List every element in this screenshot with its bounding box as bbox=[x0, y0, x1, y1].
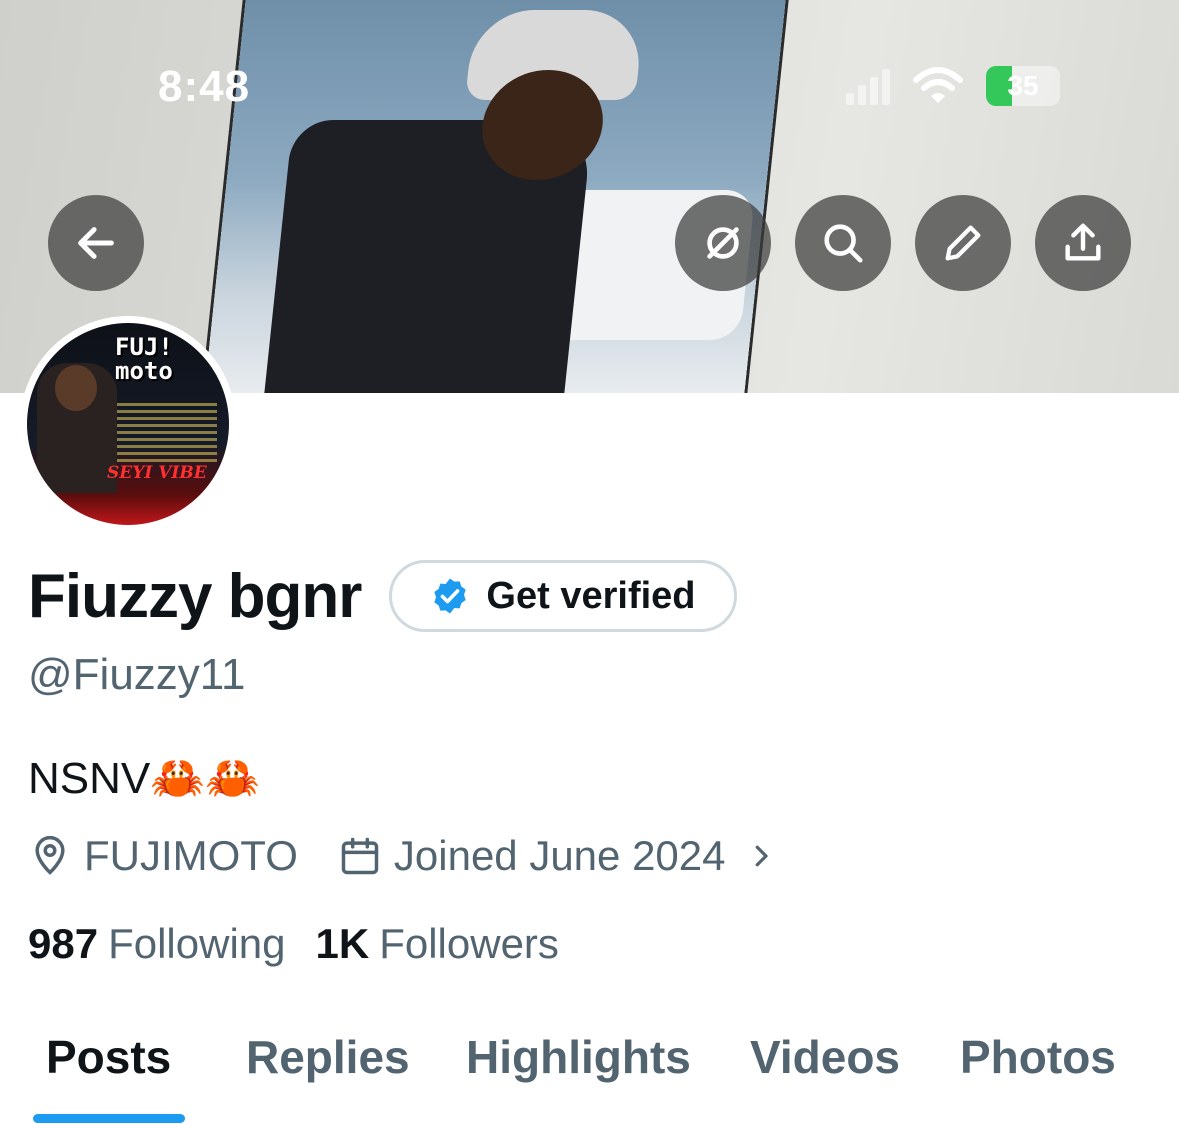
chevron-right-icon bbox=[755, 845, 768, 867]
wifi-icon bbox=[913, 67, 963, 103]
tab-replies[interactable]: Replies bbox=[246, 1030, 410, 1084]
location: FUJIMOTO bbox=[28, 832, 298, 880]
arrow-left-icon bbox=[78, 227, 114, 259]
followers-link[interactable]: 1K Followers bbox=[316, 920, 559, 968]
pencil-icon bbox=[945, 225, 981, 261]
profile-meta: FUJIMOTO Joined June 2024 bbox=[28, 832, 776, 880]
following-label: Following bbox=[108, 920, 286, 967]
get-verified-label: Get verified bbox=[486, 574, 696, 617]
followers-label: Followers bbox=[379, 920, 559, 967]
battery-icon: 35 bbox=[986, 66, 1060, 106]
cellular-signal-icon bbox=[846, 67, 890, 105]
joined-text: Joined June 2024 bbox=[393, 832, 726, 879]
followers-count: 1K bbox=[315, 920, 370, 967]
avatar-image: FUJ! moto SEYI VIBE bbox=[27, 323, 229, 525]
calendar-icon bbox=[341, 837, 379, 875]
get-verified-button[interactable]: Get verified bbox=[389, 560, 737, 632]
status-icons: 35 bbox=[846, 66, 1060, 106]
bio: NSNV🦀🦀 bbox=[28, 754, 260, 803]
avatar-caption: SEYI VIBE bbox=[107, 463, 207, 483]
grok-button[interactable] bbox=[675, 195, 771, 291]
handle: @Fiuzzy11 bbox=[28, 650, 246, 699]
tab-videos[interactable]: Videos bbox=[750, 1030, 900, 1084]
search-button[interactable] bbox=[795, 195, 891, 291]
location-pin-icon bbox=[35, 835, 65, 875]
display-name: Fiuzzy bgnr bbox=[28, 561, 362, 631]
active-tab-indicator bbox=[33, 1114, 185, 1123]
banner-image bbox=[204, 0, 786, 393]
following-count: 987 bbox=[28, 920, 99, 967]
edit-button[interactable] bbox=[915, 195, 1011, 291]
status-time: 8:48 bbox=[158, 62, 251, 111]
profile-tabs: Posts Replies Highlights Videos Photos bbox=[0, 1030, 1179, 1124]
battery-percent: 35 bbox=[1007, 70, 1039, 101]
location-text: FUJIMOTO bbox=[84, 832, 298, 879]
tab-posts[interactable]: Posts bbox=[46, 1030, 171, 1084]
share-icon bbox=[1065, 223, 1101, 261]
avatar-logo-text: FUJ! moto bbox=[115, 333, 173, 385]
avatar[interactable]: FUJ! moto SEYI VIBE bbox=[20, 316, 236, 532]
share-button[interactable] bbox=[1035, 195, 1131, 291]
name-row: Fiuzzy bgnr Get verified bbox=[28, 560, 737, 632]
follow-stats: 987 Following 1K Followers bbox=[28, 920, 559, 968]
tab-highlights[interactable]: Highlights bbox=[466, 1030, 691, 1084]
grok-icon bbox=[707, 227, 739, 259]
tab-photos[interactable]: Photos bbox=[960, 1030, 1116, 1084]
verified-badge-icon bbox=[434, 578, 467, 614]
back-button[interactable] bbox=[48, 195, 144, 291]
following-link[interactable]: 987 Following bbox=[28, 920, 286, 968]
joined-date[interactable]: Joined June 2024 bbox=[338, 832, 776, 880]
search-icon bbox=[824, 224, 863, 263]
